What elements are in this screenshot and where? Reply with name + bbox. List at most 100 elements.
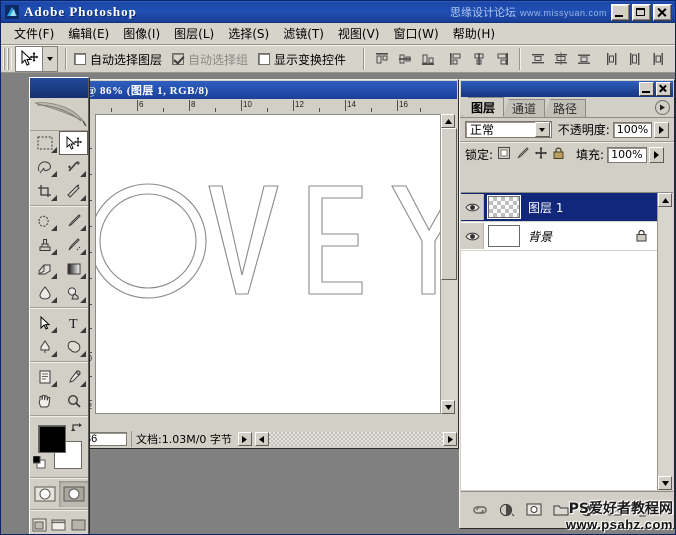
- layer-visibility-toggle[interactable]: [461, 194, 484, 220]
- tool-preset-dropdown[interactable]: [43, 46, 58, 72]
- layer-style-icon[interactable]: [498, 501, 516, 519]
- palette-minimize-button[interactable]: [639, 82, 654, 96]
- path-selection-tool[interactable]: [30, 311, 59, 335]
- opacity-slider-button[interactable]: [654, 121, 669, 138]
- layer-name[interactable]: 图层 1: [528, 199, 563, 216]
- canvas[interactable]: [95, 114, 441, 414]
- show-transform-controls-option[interactable]: 显示变换控件: [258, 51, 346, 68]
- tab-channels[interactable]: 通道: [503, 99, 546, 117]
- align-bottom-edges-icon[interactable]: [418, 49, 439, 69]
- status-popup-button[interactable]: [237, 432, 252, 446]
- palette-titlebar[interactable]: [461, 81, 673, 97]
- slice-tool[interactable]: [59, 179, 88, 203]
- full-screen-with-menubar-icon[interactable]: [49, 513, 68, 534]
- table-row[interactable]: 图层 1: [461, 193, 673, 222]
- layer-list-scrollbar[interactable]: [657, 193, 673, 490]
- align-left-edges-icon[interactable]: [446, 49, 467, 69]
- menu-image[interactable]: 图像(I): [116, 23, 167, 44]
- lasso-tool[interactable]: [30, 155, 59, 179]
- lock-position-icon[interactable]: [535, 147, 548, 162]
- fill-field[interactable]: 100%: [607, 146, 648, 163]
- active-tool-icon[interactable]: [15, 46, 43, 72]
- type-tool[interactable]: T: [59, 311, 88, 335]
- standard-mode-icon[interactable]: [30, 481, 59, 507]
- distribute-horizontal-centers-icon[interactable]: [625, 49, 646, 69]
- toolbox-titlebar[interactable]: [30, 78, 88, 98]
- crop-tool[interactable]: [30, 179, 59, 203]
- link-layers-icon[interactable]: [471, 501, 489, 519]
- new-layer-icon[interactable]: [606, 501, 624, 519]
- document-titlebar[interactable]: @ 86% (图层 1, RGB/8): [81, 81, 457, 99]
- eraser-tool[interactable]: [30, 257, 59, 281]
- pen-tool[interactable]: [30, 335, 59, 359]
- clone-stamp-tool[interactable]: [30, 233, 59, 257]
- delete-layer-icon[interactable]: [633, 501, 651, 519]
- auto-select-layer-option[interactable]: 自动选择图层: [74, 51, 162, 68]
- dodge-tool[interactable]: [59, 281, 88, 305]
- palette-menu-icon[interactable]: [655, 100, 670, 115]
- align-horizontal-centers-icon[interactable]: [469, 49, 490, 69]
- minimize-button[interactable]: [611, 3, 630, 21]
- vertical-scroll-thumb[interactable]: [441, 128, 457, 280]
- opacity-field[interactable]: 100%: [612, 121, 653, 138]
- hand-tool[interactable]: [30, 389, 59, 413]
- lock-image-pixels-icon[interactable]: [516, 147, 529, 162]
- layer-thumbnail[interactable]: [487, 195, 521, 219]
- scroll-right-button[interactable]: [443, 432, 457, 446]
- marquee-tool[interactable]: [30, 131, 59, 155]
- menu-select[interactable]: 选择(S): [221, 23, 276, 44]
- scroll-left-button[interactable]: [254, 432, 269, 446]
- fill-slider-button[interactable]: [649, 146, 665, 163]
- layer-list[interactable]: 图层 1 背景: [461, 192, 673, 490]
- eyedropper-tool[interactable]: [59, 365, 88, 389]
- layer-name[interactable]: 背景: [528, 228, 552, 245]
- distribute-bottom-edges-icon[interactable]: [574, 49, 595, 69]
- layer-scroll-up-button[interactable]: [658, 193, 672, 207]
- quick-mask-mode-icon[interactable]: [59, 481, 88, 507]
- blend-mode-select[interactable]: 正常: [465, 121, 552, 138]
- custom-shape-tool[interactable]: [59, 335, 88, 359]
- maximize-button[interactable]: [632, 3, 651, 21]
- layer-thumbnail[interactable]: [488, 225, 520, 247]
- blend-mode-dropdown-icon[interactable]: [534, 122, 550, 137]
- zoom-tool[interactable]: [59, 389, 88, 413]
- foreground-color-swatch[interactable]: [38, 425, 66, 453]
- align-right-edges-icon[interactable]: [492, 49, 513, 69]
- menu-view[interactable]: 视图(V): [331, 23, 387, 44]
- lock-transparent-pixels-icon[interactable]: [498, 147, 511, 162]
- table-row[interactable]: 背景: [461, 222, 673, 251]
- scroll-down-button[interactable]: [441, 400, 455, 414]
- distribute-right-edges-icon[interactable]: [648, 49, 669, 69]
- tab-layers[interactable]: 图层: [462, 97, 505, 117]
- default-colors-icon[interactable]: [32, 455, 46, 472]
- full-screen-mode-icon[interactable]: [69, 513, 88, 534]
- close-button[interactable]: [653, 3, 672, 21]
- canvas-vertical-scrollbar[interactable]: [440, 114, 457, 414]
- new-adjustment-layer-icon[interactable]: [579, 501, 597, 519]
- menu-filter[interactable]: 滤镜(T): [276, 23, 331, 44]
- notes-tool[interactable]: [30, 365, 59, 389]
- align-top-edges-icon[interactable]: [372, 49, 393, 69]
- distribute-left-edges-icon[interactable]: [602, 49, 623, 69]
- menu-layer[interactable]: 图层(L): [167, 23, 221, 44]
- menu-file[interactable]: 文件(F): [7, 23, 61, 44]
- options-bar-grip[interactable]: [3, 48, 12, 70]
- healing-brush-tool[interactable]: [30, 209, 59, 233]
- horizontal-scrollbar-area[interactable]: [254, 432, 457, 446]
- tab-paths[interactable]: 路径: [544, 99, 587, 117]
- auto-select-layer-checkbox[interactable]: [74, 53, 86, 65]
- standard-screen-mode-icon[interactable]: [30, 513, 49, 534]
- align-vertical-centers-icon[interactable]: [395, 49, 416, 69]
- distribute-top-edges-icon[interactable]: [528, 49, 549, 69]
- move-tool[interactable]: [59, 131, 88, 155]
- layer-scroll-down-button[interactable]: [658, 476, 672, 490]
- layer-visibility-toggle[interactable]: [461, 223, 484, 249]
- scroll-up-button[interactable]: [441, 114, 455, 128]
- menu-help[interactable]: 帮助(H): [446, 23, 502, 44]
- palette-close-button[interactable]: [656, 82, 671, 96]
- history-brush-tool[interactable]: [59, 233, 88, 257]
- menu-edit[interactable]: 编辑(E): [61, 23, 116, 44]
- swap-colors-icon[interactable]: [71, 422, 83, 437]
- new-group-icon[interactable]: [552, 501, 570, 519]
- distribute-vertical-centers-icon[interactable]: [551, 49, 572, 69]
